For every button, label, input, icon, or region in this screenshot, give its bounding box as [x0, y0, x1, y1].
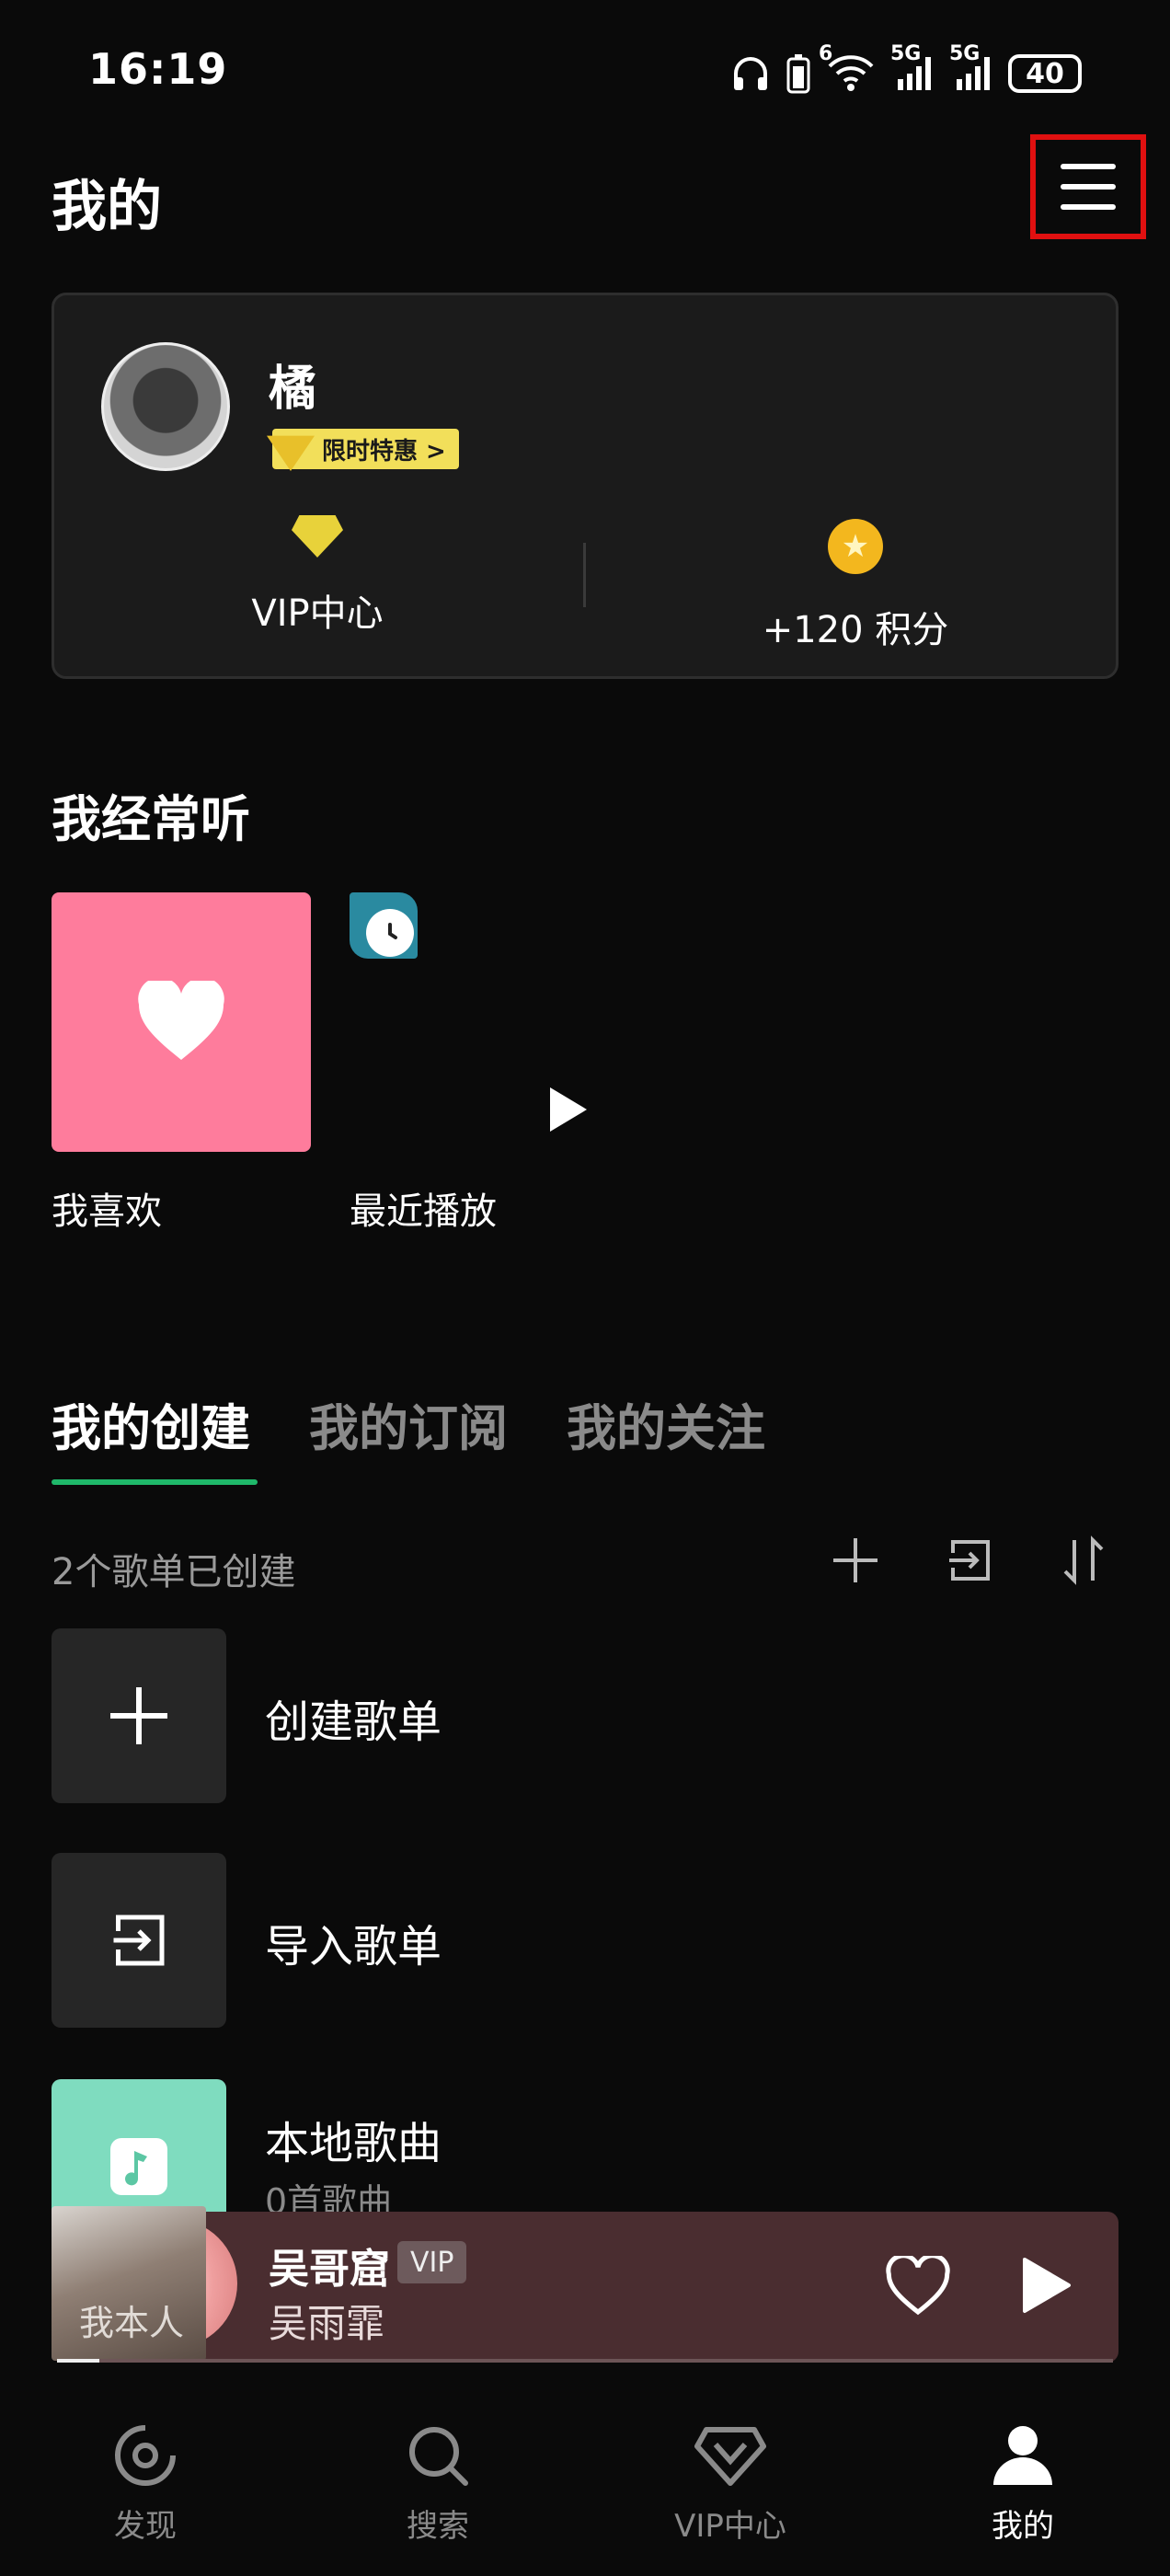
plus-icon — [110, 1687, 167, 1744]
song-title: 吴哥窟 — [269, 2246, 390, 2293]
tab-underline — [52, 1479, 258, 1485]
import-icon — [113, 1915, 165, 1966]
create-playlist-label[interactable]: 创建歌单 — [265, 1685, 442, 1750]
page-title: 我的 — [52, 175, 162, 239]
points-label: +120 积分 — [762, 609, 949, 651]
import-playlist-label[interactable]: 导入歌单 — [265, 1910, 442, 1974]
vip-center-button[interactable]: VIP中心 — [239, 515, 396, 637]
hamburger-menu-icon[interactable] — [1030, 134, 1146, 239]
headphones-icon — [734, 57, 767, 90]
playback-progress-fill — [57, 2359, 99, 2363]
user-icon — [993, 2426, 1052, 2485]
artist-name: 吴雨霏 — [269, 2301, 385, 2346]
vip-tag: VIP — [397, 2241, 467, 2283]
username[interactable]: 橘 — [269, 350, 316, 419]
vip-v-icon — [267, 435, 315, 471]
album-art-text: 我本人 — [79, 2303, 185, 2343]
album-art[interactable]: 我本人 — [52, 2206, 206, 2361]
wifi-label: 6 — [819, 42, 833, 65]
wifi-icon — [828, 55, 874, 91]
cell1-label: 5G — [890, 42, 922, 65]
nav-discover-label: 发现 — [114, 2508, 177, 2545]
like-heart-icon[interactable] — [885, 2253, 951, 2320]
nav-search[interactable]: 搜索 — [364, 2418, 511, 2546]
divider — [583, 543, 586, 607]
liked-songs-label[interactable]: 我喜欢 — [52, 1181, 162, 1235]
vip-diamond-icon — [694, 2427, 766, 2486]
liked-songs-tile[interactable] — [52, 892, 311, 1152]
tab-my-created[interactable]: 我的创建 — [52, 1387, 250, 1460]
star-coin-icon: ★ — [828, 519, 883, 574]
add-icon[interactable] — [828, 1533, 883, 1588]
heart-icon — [138, 981, 224, 1060]
recent-played-label[interactable]: 最近播放 — [350, 1181, 497, 1235]
playback-progress-track — [57, 2359, 1113, 2363]
battery-indicator: 40 — [1008, 54, 1082, 93]
sort-icon[interactable] — [1056, 1533, 1111, 1588]
tab-my-following[interactable]: 我的关注 — [567, 1387, 765, 1460]
promo-badge-label: 限时特惠 > — [322, 437, 446, 466]
vip-diamond-icon — [292, 515, 343, 558]
create-playlist-thumb[interactable] — [52, 1628, 226, 1803]
nav-mine-label: 我的 — [992, 2508, 1054, 2545]
points-button[interactable]: ★ +120 积分 — [736, 519, 975, 653]
battery-saver-icon — [786, 54, 810, 94]
nav-search-label: 搜索 — [407, 2508, 469, 2545]
status-time: 16:19 — [88, 44, 228, 94]
search-icon — [409, 2427, 468, 2486]
nav-vip-label: VIP中心 — [674, 2508, 786, 2545]
play-button-icon[interactable] — [1021, 2256, 1072, 2318]
promo-badge[interactable]: 限时特惠 > — [267, 429, 459, 471]
discover-icon — [115, 2425, 176, 2486]
nav-mine[interactable]: 我的 — [949, 2418, 1096, 2546]
import-icon[interactable] — [942, 1533, 997, 1588]
cell2-label: 5G — [949, 42, 981, 65]
created-count: 2个歌单已创建 — [52, 1551, 296, 1593]
nav-vip[interactable]: VIP中心 — [657, 2418, 804, 2546]
import-playlist-thumb[interactable] — [52, 1853, 226, 2028]
vip-center-label: VIP中心 — [251, 592, 384, 635]
local-songs-label[interactable]: 本地歌曲 — [265, 2107, 442, 2171]
status-icons: 6 5G 5G 40 — [730, 42, 1082, 96]
avatar[interactable] — [101, 342, 230, 471]
music-file-icon — [110, 2138, 167, 2195]
nav-discover[interactable]: 发现 — [72, 2418, 219, 2546]
tab-my-subscribed[interactable]: 我的订阅 — [309, 1387, 508, 1460]
clock-icon — [366, 909, 414, 957]
section-title-frequent: 我经常听 — [52, 790, 250, 848]
play-icon[interactable] — [550, 1087, 587, 1132]
